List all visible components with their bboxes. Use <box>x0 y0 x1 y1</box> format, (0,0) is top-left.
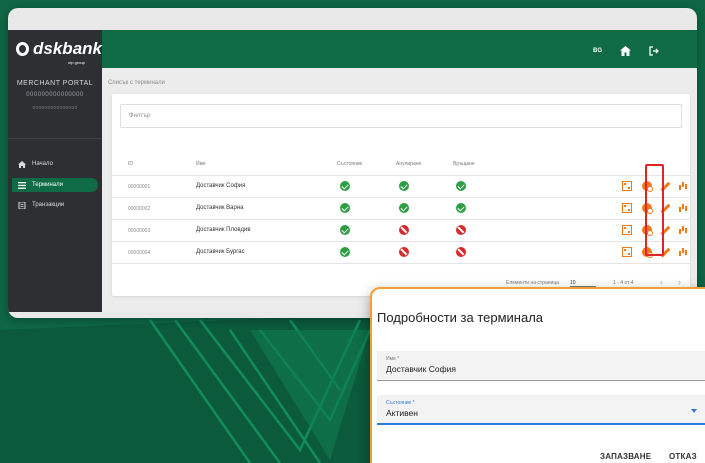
state-field-label: Състояние * <box>386 400 415 406</box>
top-actions: BG <box>593 46 659 56</box>
table-row[interactable]: 00000002 Доставчик Варна <box>112 198 690 220</box>
logo-subtext: otp group <box>68 60 85 65</box>
stats-icon[interactable] <box>678 247 688 257</box>
blocked-icon <box>456 247 466 257</box>
check-icon <box>340 225 350 235</box>
state-select[interactable]: Състояние * Активен <box>377 395 705 425</box>
edit-icons-highlight <box>645 164 664 256</box>
sidebar-item-terminals[interactable]: Терминали <box>12 178 98 192</box>
terminal-name: Доставчик София <box>196 183 246 189</box>
per-page-label: Елементи на страница <box>506 280 559 286</box>
stats-icon[interactable] <box>678 225 688 235</box>
breadcrumb: Списък с терминали <box>108 80 165 86</box>
column-header: ID <box>128 161 133 167</box>
sidebar-item-transactions[interactable]: Транзакции <box>12 198 98 212</box>
next-page-icon[interactable]: › <box>678 277 681 287</box>
sidebar-item-home[interactable]: Начало <box>12 157 98 171</box>
terminal-name: Доставчик Бургас <box>196 249 245 255</box>
check-icon <box>456 203 466 213</box>
terminal-name: Доставчик Варна <box>196 205 244 211</box>
column-header: Име <box>196 161 206 167</box>
save-button[interactable]: ЗАПАЗВАНЕ <box>600 452 651 461</box>
blocked-icon <box>399 247 409 257</box>
table-header: ID Име Състояние Анулиране Връщане <box>112 154 690 176</box>
chevron-down-icon <box>691 409 697 413</box>
qr-code-icon[interactable] <box>622 181 632 191</box>
sidebar: MERCHANT PORTAL 000000000000000 00000000… <box>8 30 102 312</box>
check-icon <box>340 247 350 257</box>
terminals-card: Филтър ID Име Състояние Анулиране Връщан… <box>112 94 690 296</box>
sidebar-item-label: Терминали <box>32 182 63 188</box>
terminal-id: 00000003 <box>128 228 151 234</box>
column-header: Връщане <box>453 161 475 167</box>
check-icon <box>340 181 350 191</box>
dialog-title: Подробности за терминала <box>377 310 544 325</box>
logout-icon[interactable] <box>649 46 659 56</box>
receipt-icon <box>18 201 26 209</box>
language-switch[interactable]: BG <box>593 48 602 54</box>
terminal-id: 00000004 <box>128 250 151 256</box>
sidebar-divider <box>8 138 102 139</box>
list-icon <box>18 181 26 189</box>
app-window: MERCHANT PORTAL 000000000000000 00000000… <box>8 8 697 318</box>
qr-code-icon[interactable] <box>622 225 632 235</box>
check-icon <box>399 203 409 213</box>
stats-icon[interactable] <box>678 203 688 213</box>
sidebar-item-label: Начало <box>32 161 53 167</box>
qr-code-icon[interactable] <box>622 203 632 213</box>
page-range: 1 - 4 от 4 <box>613 280 634 286</box>
merchant-sub-id: 000000000000000 <box>32 105 78 110</box>
home-nav-icon[interactable] <box>620 46 631 56</box>
portal-title: MERCHANT PORTAL <box>16 80 94 87</box>
per-page-select[interactable]: 10 <box>570 280 596 287</box>
check-icon <box>340 203 350 213</box>
logo-text: dskbank <box>33 39 102 58</box>
terminal-id: 00000001 <box>128 184 151 190</box>
column-header: Анулиране <box>396 161 422 167</box>
blocked-icon <box>399 225 409 235</box>
blocked-icon <box>456 225 466 235</box>
column-header: Състояние <box>337 161 363 167</box>
sidebar-item-label: Транзакции <box>32 202 65 208</box>
state-field-value: Активен <box>386 408 418 418</box>
name-field-label: Име * <box>386 356 400 362</box>
dsk-logo-icon <box>16 42 30 56</box>
table-row[interactable]: 00000004 Доставчик Бургас <box>112 242 690 264</box>
cancel-button[interactable]: ОТКАЗ <box>669 452 697 461</box>
filter-input[interactable]: Филтър <box>120 104 682 128</box>
home-icon <box>18 160 26 168</box>
check-icon <box>456 181 466 191</box>
qr-code-icon[interactable] <box>622 247 632 257</box>
name-field-value: Доставчик София <box>386 364 456 374</box>
name-field[interactable]: Име * Доставчик София <box>377 351 705 381</box>
stats-icon[interactable] <box>678 181 688 191</box>
logo[interactable]: dskbank <box>8 30 102 68</box>
main-content: Списък с терминали Филтър ID Име Състоян… <box>102 68 697 312</box>
merchant-id: 000000000000000 <box>26 92 84 98</box>
check-icon <box>399 181 409 191</box>
terminal-id: 00000002 <box>128 206 151 212</box>
prev-page-icon[interactable]: ‹ <box>660 277 663 287</box>
table-row[interactable]: 00000003 Доставчик Пловдив <box>112 220 690 242</box>
terminal-details-dialog: Подробности за терминала Име * Доставчик… <box>370 287 705 463</box>
terminal-name: Доставчик Пловдив <box>196 227 251 233</box>
table-row[interactable]: 00000001 Доставчик София <box>112 176 690 198</box>
